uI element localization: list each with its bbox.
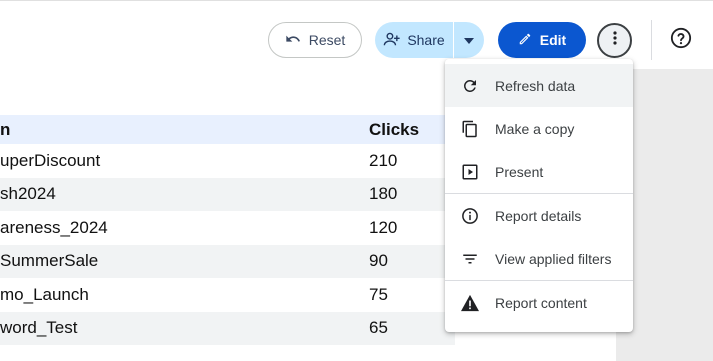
more-vert-icon xyxy=(612,31,617,50)
menu-item-report-details[interactable]: Report details xyxy=(445,194,633,237)
column-header-clicks: Clicks xyxy=(369,119,420,139)
menu-item-report-content[interactable]: Report content xyxy=(445,281,633,324)
help-icon xyxy=(670,27,692,54)
edit-button[interactable]: Edit xyxy=(498,22,586,58)
warning-icon xyxy=(445,294,495,312)
share-button[interactable]: Share xyxy=(375,22,453,58)
menu-item-make-a-copy[interactable]: Make a copy xyxy=(445,107,633,150)
menu-item-label: Present xyxy=(495,163,544,180)
column-header-name: n xyxy=(0,119,11,139)
cell-clicks: 210 xyxy=(369,150,398,170)
reset-label: Reset xyxy=(308,32,346,48)
cell-name: SummerSale xyxy=(0,251,99,271)
cell-name: uperDiscount xyxy=(0,150,101,170)
menu-item-label: Report content xyxy=(495,294,587,311)
cell-clicks: 120 xyxy=(369,217,398,237)
table-row: SummerSale 90 xyxy=(0,244,455,278)
menu-item-label: Refresh data xyxy=(495,77,576,94)
menu-item-label: View applied filters xyxy=(495,250,612,267)
share-label: Share xyxy=(407,32,445,48)
present-icon xyxy=(445,163,495,181)
table-row: sh2024 180 xyxy=(0,177,455,211)
help-button[interactable] xyxy=(669,27,693,54)
undo-icon xyxy=(285,31,301,50)
menu-item-refresh-data[interactable]: Refresh data xyxy=(445,64,633,107)
table-row: uperDiscount 210 xyxy=(0,144,455,178)
cell-name: word_Test xyxy=(0,318,78,338)
refresh-icon xyxy=(445,77,495,95)
filter-icon xyxy=(445,250,495,268)
copy-icon xyxy=(445,120,495,138)
more-options-menu: Refresh data Make a copy Present Report … xyxy=(445,59,633,332)
table-row: word_Test 65 xyxy=(0,311,455,345)
menu-item-label: Report details xyxy=(495,207,582,224)
share-dropdown-button[interactable] xyxy=(454,22,484,58)
cell-name: areness_2024 xyxy=(0,217,108,237)
cell-name: mo_Launch xyxy=(0,284,89,304)
add-person-icon xyxy=(383,31,401,50)
cell-clicks: 75 xyxy=(369,284,388,304)
toolbar-divider xyxy=(651,20,652,60)
campaign-table: n Clicks uperDiscount 210 sh2024 180 are… xyxy=(0,115,455,345)
more-options-button[interactable] xyxy=(597,23,632,58)
reset-button[interactable]: Reset xyxy=(268,22,362,58)
cell-name: sh2024 xyxy=(0,184,56,204)
edit-label: Edit xyxy=(539,32,567,48)
info-icon xyxy=(445,207,495,225)
table-header-row: n Clicks xyxy=(0,115,455,144)
cell-clicks: 65 xyxy=(369,318,388,338)
menu-item-label: Make a copy xyxy=(495,120,575,137)
cell-clicks: 90 xyxy=(369,251,388,271)
pencil-icon xyxy=(518,32,532,49)
table-row: areness_2024 120 xyxy=(0,211,455,245)
caret-down-icon xyxy=(464,31,474,49)
table-row: mo_Launch 75 xyxy=(0,278,455,312)
cell-clicks: 180 xyxy=(369,184,398,204)
menu-item-view-applied-filters[interactable]: View applied filters xyxy=(445,237,633,280)
share-button-group: Share xyxy=(375,22,484,58)
menu-item-present[interactable]: Present xyxy=(445,150,633,193)
